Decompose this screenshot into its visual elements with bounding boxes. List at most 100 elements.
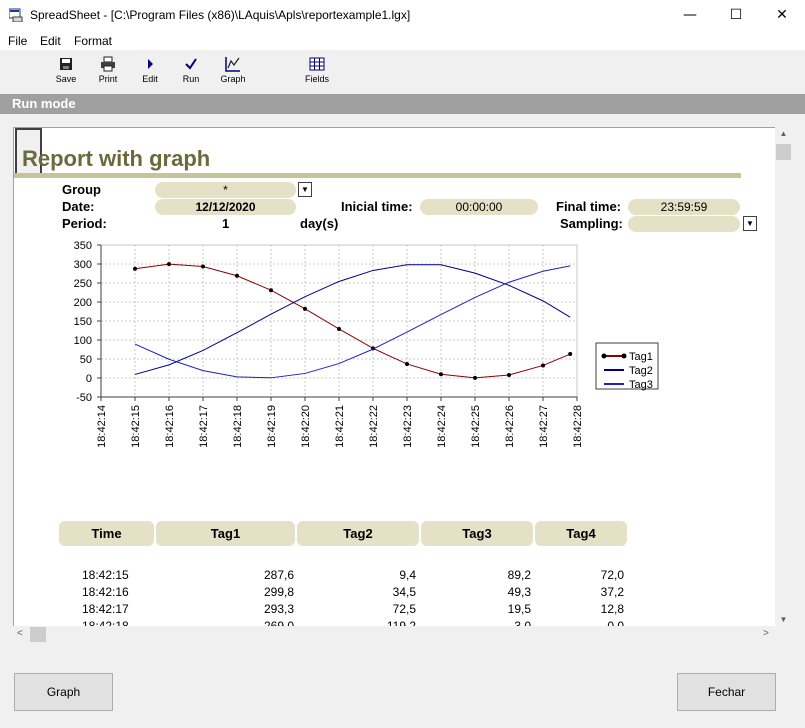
x-tick-label: 18:42:21 (334, 405, 346, 448)
initial-time-label: Inicial time: (341, 199, 413, 214)
y-tick-label: 200 (74, 297, 92, 309)
x-tick-label: 18:42:25 (470, 405, 482, 448)
report-canvas[interactable]: Report with graph Group * ▼ Date: 12/12/… (13, 127, 776, 627)
final-time-label: Final time: (556, 199, 622, 214)
window-title: SpreadSheet - [C:\Program Files (x86)\LA… (30, 8, 411, 22)
period-value: 1 (222, 216, 230, 231)
cell-tag4: 12,8 (600, 602, 624, 616)
cell-tag2: 72,5 (392, 602, 416, 616)
horizontal-scroll-thumb[interactable] (30, 627, 46, 642)
period-unit: day(s) (300, 216, 339, 231)
report-title: Report with graph (22, 146, 211, 171)
data-point-tag1 (473, 375, 477, 380)
menu-format[interactable]: Format (74, 34, 112, 48)
data-point-tag1 (568, 352, 573, 357)
cell-tag4: 37,2 (600, 585, 624, 599)
spreadsheet-app-icon (9, 8, 23, 22)
graph-toolbar-button[interactable]: Graph (213, 56, 253, 84)
vertical-scroll-thumb[interactable] (776, 144, 791, 160)
data-point-tag1 (269, 288, 273, 293)
sampling-dropdown-icon[interactable]: ▼ (743, 216, 757, 231)
edit-button[interactable]: Edit (130, 56, 170, 84)
x-tick-label: 18:42:16 (164, 405, 176, 448)
cell-tag3: 19,5 (507, 602, 531, 616)
save-button[interactable]: Save (46, 56, 86, 84)
cell-time: 18:42:17 (82, 602, 129, 616)
x-tick-label: 18:42:27 (538, 405, 550, 448)
data-point-tag1 (201, 264, 205, 269)
floppy-disk-icon (60, 58, 72, 70)
menu-edit[interactable]: Edit (40, 34, 61, 48)
scroll-right-icon[interactable]: > (763, 628, 769, 639)
close-button[interactable]: Fechar (677, 673, 776, 711)
edit-label: Edit (142, 74, 158, 84)
scroll-up-icon[interactable]: ▲ (775, 129, 792, 138)
horizontal-scrollbar[interactable]: < > (13, 626, 775, 643)
title-bar: SpreadSheet - [C:\Program Files (x86)\LA… (0, 0, 805, 31)
line-chart-icon (225, 57, 240, 72)
save-label: Save (55, 74, 77, 84)
graph-button[interactable]: Graph (14, 673, 113, 711)
run-button[interactable]: Run (171, 56, 211, 84)
scroll-left-icon[interactable]: < (17, 628, 23, 639)
mode-bar: Run mode (0, 94, 805, 114)
cell-time: 18:42:16 (82, 585, 129, 599)
menu-file[interactable]: File (8, 34, 27, 48)
maximize-button[interactable]: ☐ (713, 0, 759, 31)
x-tick-label: 18:42:28 (572, 405, 584, 448)
data-point-tag1 (303, 306, 307, 311)
y-tick-label: 0 (86, 373, 92, 385)
x-tick-label: 18:42:15 (130, 405, 142, 448)
table-header-time: Time (59, 521, 154, 546)
data-point-tag1 (337, 326, 341, 331)
cell-tag2: 34,5 (392, 585, 416, 599)
final-time-field[interactable]: 23:59:59 (628, 199, 740, 215)
x-tick-label: 18:42:23 (402, 405, 414, 448)
mode-label: Run mode (12, 96, 76, 111)
y-tick-label: 300 (74, 259, 92, 271)
cell-tag1: 299,8 (263, 585, 294, 599)
y-tick-label: 50 (80, 354, 92, 366)
data-point-tag1 (235, 273, 239, 278)
fields-label: Fields (304, 74, 329, 84)
table-header-tag2: Tag2 (297, 521, 419, 546)
group-field[interactable]: * (155, 182, 296, 198)
cell-tag3: 49,3 (507, 585, 531, 599)
checkmark-icon (185, 58, 197, 70)
print-button[interactable]: Print (88, 56, 128, 84)
x-tick-label: 18:42:24 (436, 405, 448, 448)
cell-tag1: 293,3 (263, 602, 294, 616)
run-label: Run (182, 74, 200, 84)
x-tick-label: 18:42:19 (266, 405, 278, 448)
data-point-tag1 (541, 363, 545, 368)
fields-button[interactable]: Fields (297, 56, 337, 84)
x-tick-label: 18:42:18 (232, 405, 244, 448)
sampling-field[interactable] (628, 216, 740, 232)
data-point-tag1 (167, 262, 171, 267)
group-dropdown-icon[interactable]: ▼ (298, 182, 312, 197)
legend-label-tag2: Tag2 (629, 365, 653, 377)
minimize-button[interactable]: — (667, 0, 713, 31)
scroll-down-icon[interactable]: ▼ (775, 615, 792, 624)
cell-tag3: 89,2 (507, 568, 531, 582)
data-point-tag1 (133, 266, 137, 271)
date-label: Date: (62, 199, 95, 214)
x-tick-label: 18:42:14 (96, 405, 108, 448)
y-tick-label: 250 (74, 278, 92, 290)
table-header-tag4: Tag4 (535, 521, 627, 546)
legend-label-tag1: Tag1 (629, 351, 653, 363)
period-label: Period: (62, 216, 107, 231)
legend-marker (621, 353, 627, 359)
x-tick-label: 18:42:26 (504, 405, 516, 448)
y-tick-label: 150 (74, 316, 92, 328)
close-window-button[interactable]: ✕ (759, 0, 805, 31)
graph-toolbar-label: Graph (220, 74, 246, 84)
data-point-tag1 (507, 372, 511, 377)
title-divider (14, 173, 741, 178)
date-field[interactable]: 12/12/2020 (155, 199, 296, 215)
x-tick-label: 18:42:20 (300, 405, 312, 448)
print-label: Print (98, 74, 118, 84)
y-tick-label: -50 (76, 392, 92, 404)
vertical-scrollbar[interactable]: ▲ ▼ (775, 127, 792, 626)
initial-time-field[interactable]: 00:00:00 (420, 199, 538, 215)
